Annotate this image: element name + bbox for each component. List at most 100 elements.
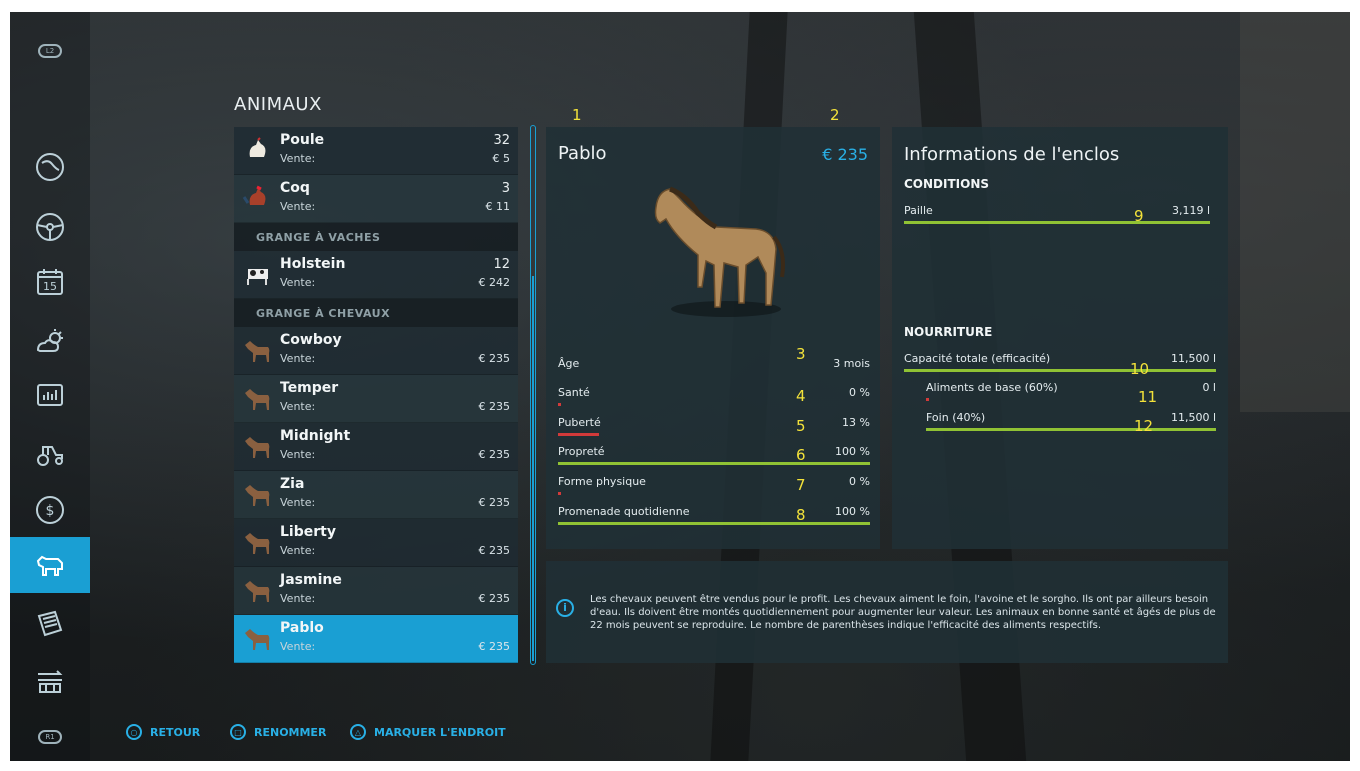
food-value: 11,500 l bbox=[1170, 411, 1216, 424]
finance-icon[interactable]: $ bbox=[32, 492, 68, 528]
rename-button[interactable]: □ RENOMMER bbox=[230, 724, 326, 740]
animal-list-count: 32 bbox=[493, 133, 510, 148]
horse-icon bbox=[242, 527, 272, 557]
contracts-icon[interactable] bbox=[32, 606, 68, 642]
annotation-5: 5 bbox=[796, 417, 806, 435]
animal-list-item[interactable]: Coq Vente: 3 € 11 bbox=[234, 175, 518, 223]
food-row: Capacité totale (efficacité) 11,500 l bbox=[904, 352, 1216, 378]
animal-list-sale-label: Vente: bbox=[280, 448, 316, 461]
animal-list-price: € 242 bbox=[478, 276, 511, 289]
steering-wheel-icon[interactable] bbox=[32, 209, 68, 245]
horse-icon bbox=[242, 479, 272, 509]
mark-location-button[interactable]: △ MARQUER L'ENDROIT bbox=[350, 724, 506, 740]
back-label: RETOUR bbox=[150, 725, 201, 739]
horse-image bbox=[654, 186, 785, 317]
annotation-4: 4 bbox=[796, 387, 806, 405]
animal-list-name: Temper bbox=[280, 380, 339, 396]
background-shed bbox=[1240, 12, 1350, 412]
animal-list-item[interactable]: Holstein Vente: 12 € 242 bbox=[234, 251, 518, 299]
animal-list-item[interactable]: Poule Vente: 32 € 5 bbox=[234, 127, 518, 175]
food-value: 11,500 l bbox=[1170, 352, 1216, 365]
animal-list-price: € 235 bbox=[478, 400, 511, 413]
stats-icon[interactable] bbox=[32, 377, 68, 413]
food-value: 0 l bbox=[1202, 381, 1216, 394]
stat-bar bbox=[558, 492, 561, 495]
food-row: Foin (40%) 11,500 l bbox=[926, 411, 1216, 437]
food-row: Aliments de base (60%) 0 l bbox=[926, 381, 1216, 407]
vehicles-icon[interactable] bbox=[32, 435, 68, 471]
food-bar bbox=[904, 369, 1216, 372]
annotation-6: 6 bbox=[796, 446, 806, 464]
annotation-12: 12 bbox=[1134, 417, 1154, 435]
animal-list-item[interactable]: Zia Vente: € 235 bbox=[234, 471, 518, 519]
stat-label: Santé bbox=[558, 386, 590, 399]
sidebar: L2 15 $ R1 bbox=[10, 12, 90, 761]
stat-value: 0 % bbox=[849, 386, 870, 399]
straw-value: 3,119 l bbox=[1171, 204, 1210, 217]
calendar-icon[interactable]: 15 bbox=[32, 264, 68, 300]
annotation-10: 10 bbox=[1130, 360, 1150, 378]
stat-row: Propreté 100 % bbox=[558, 445, 870, 471]
animal-list-sale-label: Vente: bbox=[280, 276, 316, 289]
animal-list-price: € 235 bbox=[478, 592, 511, 605]
square-button-icon: □ bbox=[230, 724, 246, 740]
triangle-button-icon: △ bbox=[350, 724, 366, 740]
animal-list-price: € 11 bbox=[485, 200, 511, 213]
list-group-header: GRANGE À VACHES bbox=[234, 223, 518, 251]
stat-value: 13 % bbox=[842, 416, 870, 429]
animal-list-sale-label: Vente: bbox=[280, 352, 316, 365]
animal-list-item[interactable]: Jasmine Vente: € 235 bbox=[234, 567, 518, 615]
l2-button-hint: L2 bbox=[38, 44, 62, 58]
straw-row: Paille 3,119 l bbox=[904, 204, 1210, 230]
annotation-3: 3 bbox=[796, 345, 806, 363]
stat-bar bbox=[558, 433, 599, 436]
weather-icon[interactable] bbox=[32, 324, 68, 360]
animal-list-item[interactable]: Temper Vente: € 235 bbox=[234, 375, 518, 423]
stat-value: 0 % bbox=[849, 475, 870, 488]
animal-list-name: Jasmine bbox=[280, 572, 342, 588]
stat-row: Santé 0 % bbox=[558, 386, 870, 412]
food-bar bbox=[926, 398, 929, 401]
svg-text:15: 15 bbox=[43, 280, 57, 293]
section-title: ANIMAUX bbox=[234, 94, 322, 115]
footer-actions: ○ RETOUR □ RENOMMER △ MARQUER L'ENDROIT bbox=[10, 724, 710, 748]
list-group-header: GRANGE À CHEVAUX bbox=[234, 299, 518, 327]
stat-value: 3 mois bbox=[833, 357, 870, 370]
stat-bar bbox=[558, 462, 870, 465]
animal-list-name: Midnight bbox=[280, 428, 351, 444]
production-icon[interactable] bbox=[32, 664, 68, 700]
animal-list-item[interactable]: Midnight Vente: € 235 bbox=[234, 423, 518, 471]
animal-list-sale-label: Vente: bbox=[280, 592, 316, 605]
animal-list-item[interactable]: Cowboy Vente: € 235 bbox=[234, 327, 518, 375]
list-scrollbar[interactable] bbox=[530, 125, 536, 665]
animal-list-item[interactable]: Pablo Vente: € 235 bbox=[234, 615, 518, 663]
animal-list-count: 3 bbox=[501, 181, 510, 196]
stat-label: Propreté bbox=[558, 445, 605, 458]
back-button[interactable]: ○ RETOUR bbox=[126, 724, 200, 740]
annotation-2: 2 bbox=[830, 106, 840, 124]
horse-icon bbox=[242, 575, 272, 605]
food-label: Capacité totale (efficacité) bbox=[904, 352, 1051, 365]
animal-price: € 235 bbox=[822, 145, 868, 164]
animal-list-name: Coq bbox=[280, 180, 310, 196]
map-icon[interactable] bbox=[32, 149, 68, 185]
scrollbar-thumb[interactable] bbox=[532, 276, 534, 661]
mark-location-label: MARQUER L'ENDROIT bbox=[374, 725, 506, 739]
stat-label: Forme physique bbox=[558, 475, 646, 488]
animal-list-name: Pablo bbox=[280, 620, 324, 636]
svg-text:$: $ bbox=[46, 503, 55, 519]
food-heading: NOURRITURE bbox=[904, 325, 993, 339]
annotation-8: 8 bbox=[796, 506, 806, 524]
annotation-11: 11 bbox=[1138, 388, 1158, 406]
annotation-9: 9 bbox=[1134, 207, 1144, 225]
animal-list-name: Zia bbox=[280, 476, 305, 492]
info-message-text: Les chevaux peuvent être vendus pour le … bbox=[590, 594, 1216, 631]
animals-icon[interactable] bbox=[32, 547, 68, 583]
rename-label: RENOMMER bbox=[254, 725, 327, 739]
stat-row: Puberté 13 % bbox=[558, 416, 870, 442]
stat-label: Puberté bbox=[558, 416, 601, 429]
animal-list-price: € 5 bbox=[492, 152, 511, 165]
stat-bar bbox=[558, 522, 870, 525]
horse-icon bbox=[242, 335, 272, 365]
animal-list-item[interactable]: Liberty Vente: € 235 bbox=[234, 519, 518, 567]
